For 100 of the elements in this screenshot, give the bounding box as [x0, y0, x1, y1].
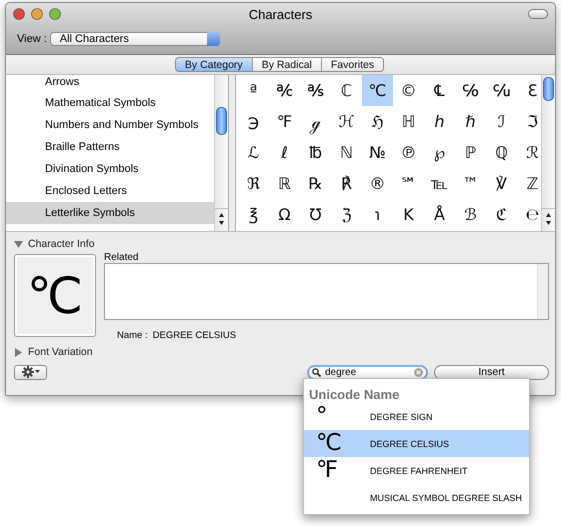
scroll-arrows-icon[interactable] [545, 212, 552, 226]
character-cell[interactable]: ℚ [486, 137, 517, 168]
scrollbar[interactable] [214, 75, 228, 231]
result-name: DEGREE SIGN [370, 412, 433, 422]
character-cell[interactable]: ℈ [238, 106, 269, 137]
character-cell[interactable]: ℑ [517, 106, 541, 137]
scroll-thumb[interactable] [216, 107, 227, 135]
gear-icon [22, 366, 34, 378]
character-cell[interactable]: ℥ [238, 199, 269, 230]
result-row[interactable]: ℉ DEGREE FAHRENHEIT [304, 457, 529, 484]
view-label: View : [17, 33, 47, 45]
category-item[interactable]: Letterlike Symbols [6, 202, 214, 224]
action-menu-button[interactable] [14, 364, 47, 380]
character-cell[interactable]: ℗ [393, 137, 424, 168]
caret-icon [34, 370, 40, 374]
character-cell[interactable]: ℨ [331, 199, 362, 230]
category-item[interactable]: Enclosed Letters [6, 180, 214, 202]
character-cell[interactable]: ℔ [300, 137, 331, 168]
character-cell[interactable]: ℆ [486, 75, 517, 106]
character-cell[interactable]: ™ [455, 168, 486, 199]
character-cell[interactable]: ℮ [517, 199, 541, 230]
character-cell[interactable]: ℂ [331, 75, 362, 106]
tab[interactable]: Favorites [322, 58, 384, 71]
character-preview: ℃ [14, 254, 96, 337]
disclosure-triangle-icon[interactable] [14, 348, 23, 356]
character-cell[interactable]: © [393, 75, 424, 106]
scroll-thumb[interactable] [543, 77, 554, 101]
category-item[interactable]: Divination Symbols [6, 158, 214, 180]
search-icon [312, 368, 321, 376]
result-name: MUSICAL SYMBOL DEGREE SLASH [370, 492, 522, 502]
character-cell[interactable]: ℬ [455, 199, 486, 230]
section-label: Font Variation [28, 346, 93, 358]
character-cell[interactable]: № [362, 137, 393, 168]
category-item[interactable]: Arrows [6, 75, 214, 92]
minimize-button[interactable] [31, 8, 43, 20]
character-cell[interactable]: ℠ [393, 168, 424, 199]
category-item[interactable]: Numbers and Number Symbols [6, 114, 214, 136]
character-cell[interactable]: ℝ [269, 168, 300, 199]
character-cell[interactable]: Å [424, 199, 455, 230]
character-cell[interactable]: ℅ [455, 75, 486, 106]
character-cell[interactable]: ℄ [424, 75, 455, 106]
character-cell[interactable]: ℏ [455, 106, 486, 137]
character-cell[interactable]: ℭ [486, 199, 517, 230]
character-cell[interactable]: ℒ [238, 137, 269, 168]
close-button[interactable] [13, 8, 25, 20]
window-title: Characters [248, 7, 312, 22]
tab[interactable]: By Category [176, 58, 253, 71]
related-list[interactable] [104, 263, 549, 320]
result-name: DEGREE CELSIUS [370, 438, 450, 448]
tab[interactable]: By Radical [252, 58, 322, 71]
character-cell[interactable]: ℟ [331, 168, 362, 199]
result-row[interactable]: MUSICAL SYMBOL DEGREE SLASH [304, 484, 529, 511]
character-cell[interactable]: ª [238, 75, 269, 106]
character-cell[interactable]: ℓ [269, 137, 300, 168]
character-cell[interactable]: K [393, 199, 424, 230]
section-label: Character Info [28, 238, 95, 250]
character-cell[interactable]: ® [362, 168, 393, 199]
character-cell[interactable]: ℎ [424, 106, 455, 137]
clear-icon[interactable] [414, 368, 423, 376]
character-cell[interactable]: ℇ [517, 75, 541, 106]
character-cell[interactable]: ℍ [393, 106, 424, 137]
character-name: DEGREE CELSIUS [152, 330, 236, 341]
name-label: Name : [117, 330, 148, 341]
result-name: DEGREE FAHRENHEIT [370, 466, 468, 476]
character-cell[interactable]: ℊ [300, 106, 331, 137]
character-cell[interactable]: ℩ [362, 199, 393, 230]
character-cell[interactable]: ℉ [269, 106, 300, 137]
character-cell[interactable]: ℋ [331, 106, 362, 137]
character-cell[interactable]: ℜ [238, 168, 269, 199]
category-item[interactable]: Mathematical Symbols [6, 92, 214, 114]
toolbar-toggle-button[interactable] [528, 9, 548, 19]
character-cell[interactable]: ℙ [455, 137, 486, 168]
insert-button[interactable]: Insert [434, 364, 549, 380]
view-dropdown[interactable]: All Characters [50, 32, 220, 46]
scrollbar[interactable] [541, 75, 555, 231]
character-cell[interactable]: ℐ [486, 106, 517, 137]
character-cell[interactable]: ℧ [300, 199, 331, 230]
result-glyph: ° [315, 403, 328, 430]
result-row[interactable]: ° DEGREE SIGN [304, 403, 529, 430]
zoom-button[interactable] [49, 8, 61, 20]
category-item[interactable]: Braille Patterns [6, 136, 214, 158]
character-cell[interactable]: ℞ [300, 168, 331, 199]
character-cell[interactable]: Ω [269, 199, 300, 230]
character-cell[interactable]: ℕ [331, 137, 362, 168]
character-cell[interactable]: ℁ [300, 75, 331, 106]
character-cell[interactable]: ℀ [269, 75, 300, 106]
result-glyph: ℉ [315, 457, 339, 484]
character-cell[interactable]: ℤ [517, 168, 541, 199]
character-cell[interactable]: ℘ [424, 137, 455, 168]
scroll-arrows-icon[interactable] [218, 212, 225, 226]
related-label: Related [104, 252, 140, 263]
character-cell[interactable]: ℛ [517, 137, 541, 168]
result-glyph: ℃ [315, 430, 343, 457]
character-cell[interactable]: ℌ [362, 106, 393, 137]
character-cell[interactable]: ℣ [486, 168, 517, 199]
disclosure-triangle-icon[interactable] [14, 240, 23, 248]
character-cell[interactable]: ℡ [424, 168, 455, 199]
character-cell[interactable]: ℃ [362, 75, 393, 106]
results-heading: Unicode Name [308, 386, 400, 403]
result-row[interactable]: ℃ DEGREE CELSIUS [304, 430, 529, 457]
